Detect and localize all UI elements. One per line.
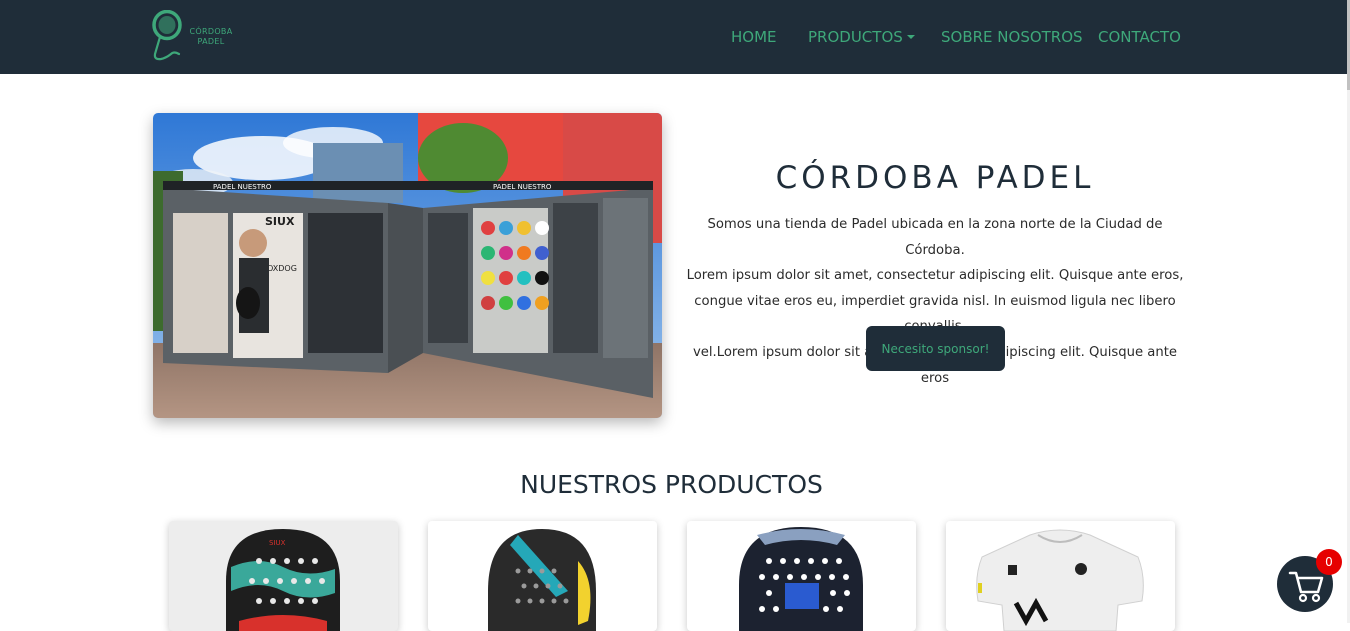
navbar: CÓRDOBA PADEL HOME PRODUCTOS SOBRE NOSOT…: [0, 0, 1347, 74]
sponsor-button[interactable]: Necesito sponsor!: [866, 326, 1005, 371]
racket-brand-text: SIUX: [269, 539, 286, 547]
product-card[interactable]: SIUX: [169, 521, 398, 631]
hero-line-1: Somos una tienda de Padel ubicada en la …: [707, 217, 1163, 258]
store-sign-siux: SIUX: [265, 215, 295, 228]
product-card[interactable]: [946, 521, 1175, 631]
brand-line1: CÓRDOBA: [189, 27, 233, 36]
store-sign-2: PADEL NUESTRO: [493, 183, 552, 191]
caret-down-icon: [906, 35, 915, 39]
padel-racket-nox-icon: [739, 527, 863, 631]
products-title: NUESTROS PRODUCTOS: [520, 470, 823, 499]
nav-productos-label: PRODUCTOS: [808, 28, 903, 46]
hero-title: CÓRDOBA PADEL: [775, 160, 1095, 196]
store-photo: PADEL NUESTRO PADEL NUESTRO SIUX OXDOG: [153, 113, 662, 418]
padel-racket-siux-icon: SIUX: [226, 529, 340, 631]
brand-line2: PADEL: [197, 37, 225, 46]
brand-logo[interactable]: CÓRDOBA PADEL: [150, 9, 240, 64]
store-sign-1: PADEL NUESTRO: [213, 183, 272, 191]
brand-text: CÓRDOBA PADEL: [186, 27, 236, 47]
product-card[interactable]: [428, 521, 657, 631]
nav-home[interactable]: HOME: [731, 28, 777, 46]
store-image: PADEL NUESTRO PADEL NUESTRO SIUX OXDOG: [153, 113, 662, 418]
hero-line-2: Lorem ipsum dolor sit amet, consectetur …: [686, 268, 1184, 284]
padel-shirt-icon: [976, 529, 1144, 631]
product-card[interactable]: [687, 521, 916, 631]
padel-racket-head-icon: [488, 529, 596, 631]
store-sign-oxdog: OXDOG: [267, 264, 297, 273]
cart-count-badge: 0: [1316, 549, 1342, 575]
nav-productos[interactable]: PRODUCTOS: [808, 28, 915, 46]
nav-contacto[interactable]: CONTACTO: [1098, 28, 1181, 46]
nav-sobre-nosotros[interactable]: SOBRE NOSOTROS: [941, 28, 1083, 46]
